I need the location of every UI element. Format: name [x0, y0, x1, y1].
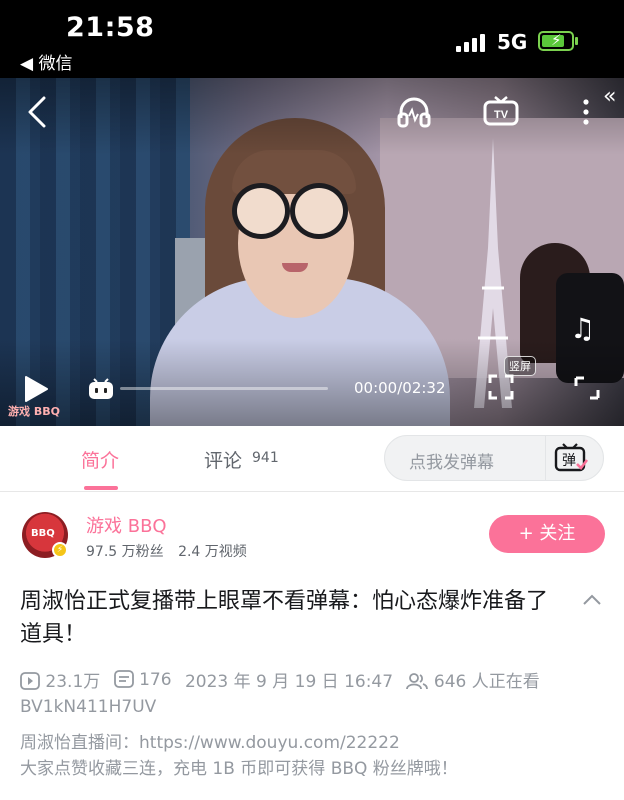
video-watermark: 游戏 BBQ	[8, 405, 60, 418]
description-line-2: 大家点赞收藏三连，充电 1B 币即可获得 BBQ 粉丝牌哦！	[20, 759, 458, 779]
more-icon[interactable]	[576, 94, 596, 130]
verified-badge-icon: ⚡	[52, 542, 68, 558]
watching-item: 646 人正在看	[406, 667, 540, 692]
tab-comments[interactable]: 评论	[204, 446, 242, 473]
progress-bar[interactable]	[120, 387, 328, 390]
uploader-stats: 97.5 万粉丝 2.4 万视频	[86, 541, 257, 561]
signal-icon	[456, 34, 488, 52]
danmaku-count-icon	[113, 669, 134, 688]
bvid: BV1kN411H7UV	[20, 697, 157, 717]
battery-cap	[575, 37, 578, 45]
follower-count: 97.5 万粉丝	[86, 544, 164, 560]
video-meta: 23.1万 176 2023 年 9 月 19 日 16:47 646 人正在看	[20, 667, 548, 692]
watching-now: 646 人正在看	[433, 672, 540, 692]
side-panel-icon[interactable]: «	[603, 84, 623, 112]
view-count-item: 23.1万	[20, 667, 100, 692]
description-line-1[interactable]: 周淑怡直播间：https://www.douyu.com/22222	[20, 728, 400, 753]
viewers-icon	[406, 673, 429, 690]
battery-icon: ⚡	[538, 31, 574, 51]
status-time: 21:58	[66, 12, 155, 43]
danmaku-toggle-icon[interactable]	[88, 378, 114, 400]
vertical-screen-label[interactable]: 竖屏	[504, 356, 536, 376]
tab-intro[interactable]: 简介	[81, 446, 119, 473]
comments-count: 941	[252, 450, 279, 466]
music-icon[interactable]: ♫	[570, 312, 600, 346]
svg-text:TV: TV	[494, 109, 509, 121]
status-bar: 21:58 ◀ 微信 5G ⚡	[0, 0, 624, 78]
video-title: 周淑怡正式复播带上眼罩不看弹幕：怕心态爆炸准备了道具！	[20, 589, 549, 647]
headphones-icon[interactable]	[396, 94, 432, 130]
danmaku-count-item: 176	[113, 669, 172, 690]
playback-time: 00:00/02:32	[354, 379, 446, 397]
active-tab-indicator	[84, 486, 118, 490]
danmaku-input[interactable]: 点我发弹幕 弹	[384, 435, 604, 481]
view-count: 23.1万	[45, 672, 101, 692]
tv-cast-icon[interactable]: TV	[482, 94, 520, 130]
follow-button[interactable]: + 关注	[489, 515, 605, 553]
back-to-app-link[interactable]: ◀ 微信	[20, 49, 72, 74]
publish-time: 2023 年 9 月 19 日 16:47	[184, 672, 394, 692]
danmaku-send-label: 弹	[562, 453, 576, 469]
charging-icon: ⚡	[551, 31, 562, 49]
network-type: 5G	[497, 30, 528, 54]
fullscreen-icon[interactable]	[488, 374, 514, 400]
play-icon[interactable]	[22, 374, 50, 404]
collapse-chevron-icon[interactable]	[580, 590, 604, 610]
back-icon[interactable]	[22, 94, 52, 130]
danmaku-placeholder: 点我发弹幕	[409, 453, 494, 473]
content-tabs: 简介 评论 941 点我发弹幕 弹	[0, 426, 624, 492]
video-player[interactable]: TV « 游戏 BBQ ♫ 竖屏 00:00/02:32	[0, 78, 624, 426]
danmaku-count: 176	[139, 669, 172, 690]
play-count-icon	[20, 672, 40, 690]
danmaku-settings-button[interactable]: 弹	[553, 442, 589, 474]
divider	[545, 436, 546, 480]
avatar-text: BBQ	[31, 528, 55, 539]
video-count: 2.4 万视频	[178, 544, 247, 560]
uploader-name[interactable]: 游戏 BBQ	[86, 512, 167, 538]
rotate-icon[interactable]	[572, 374, 602, 402]
